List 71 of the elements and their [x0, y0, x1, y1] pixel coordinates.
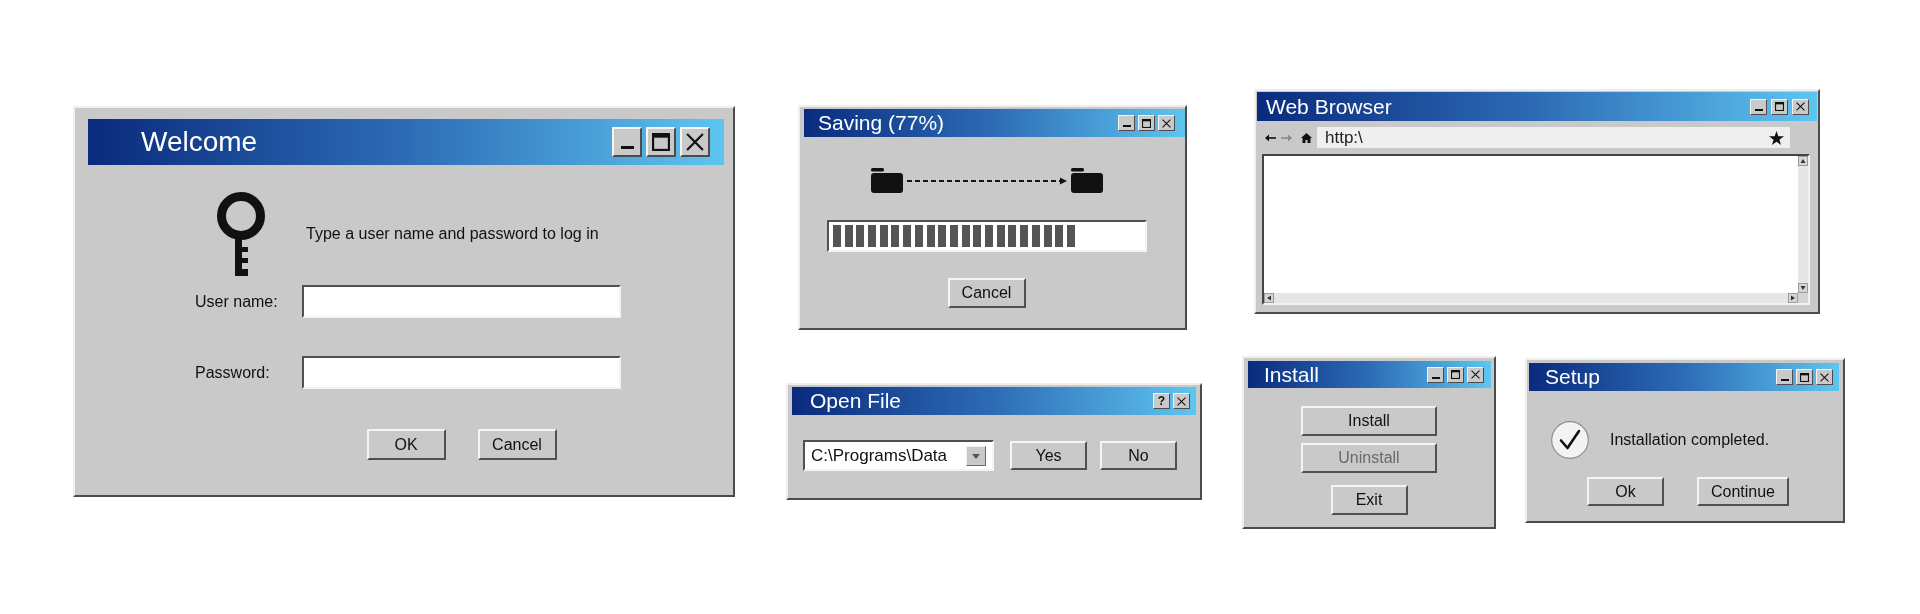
window-title: Web Browser: [1266, 94, 1392, 119]
window-title: Welcome: [141, 126, 258, 158]
checkmark-icon: [1551, 421, 1589, 459]
key-icon: [216, 192, 266, 276]
maximize-button[interactable]: [1447, 366, 1464, 383]
field-label: User name:: [195, 292, 278, 310]
minimize-icon: [620, 146, 634, 149]
home-icon[interactable]: [1301, 132, 1312, 143]
window-title: Install: [1264, 362, 1319, 387]
maximize-icon: [1142, 118, 1151, 128]
close-icon: [1177, 396, 1186, 406]
close-button[interactable]: [1158, 115, 1175, 131]
back-arrow-icon[interactable]: [1265, 133, 1276, 142]
maximize-button[interactable]: [1796, 369, 1813, 385]
maximize-icon: [652, 133, 670, 151]
maximize-button[interactable]: [1771, 98, 1788, 115]
no-button[interactable]: No: [1100, 441, 1177, 470]
address-bar[interactable]: http:\: [1317, 127, 1790, 148]
maximize-icon: [1775, 102, 1784, 111]
window-title: Setup: [1545, 365, 1600, 389]
maximize-button[interactable]: [646, 127, 676, 157]
scroll-up-arrow-icon[interactable]: [1798, 156, 1808, 166]
yes-button[interactable]: Yes: [1010, 441, 1087, 470]
folder-icon: [1070, 168, 1103, 193]
login-prompt: Type a user name and password to log in: [306, 225, 599, 243]
ok-button[interactable]: OK: [366, 429, 446, 460]
close-icon: [1471, 370, 1480, 379]
window-title: Saving (77%): [818, 111, 945, 135]
scroll-down-arrow-icon[interactable]: [1798, 283, 1808, 293]
password-field[interactable]: [302, 356, 621, 389]
close-icon: [1820, 372, 1829, 382]
scroll-left-arrow-icon[interactable]: [1264, 293, 1274, 303]
minimize-button[interactable]: [1427, 366, 1444, 383]
minimize-button[interactable]: [1118, 115, 1135, 131]
dropdown-arrow-icon[interactable]: [966, 445, 986, 466]
close-button[interactable]: [1173, 393, 1190, 409]
folder-icon: [870, 168, 903, 193]
help-button[interactable]: ?: [1153, 393, 1170, 409]
close-icon: [1162, 118, 1171, 128]
minimize-icon: [1431, 376, 1440, 379]
maximize-icon: [1800, 372, 1809, 382]
continue-button[interactable]: Continue: [1696, 477, 1789, 506]
minimize-button[interactable]: [612, 127, 642, 157]
username-field[interactable]: [302, 285, 621, 318]
exit-button[interactable]: Exit: [1330, 485, 1408, 515]
close-button[interactable]: [1816, 369, 1833, 385]
ok-button[interactable]: Ok: [1586, 477, 1664, 506]
close-button[interactable]: [1792, 98, 1809, 115]
close-icon: [686, 133, 704, 151]
close-icon: [1796, 102, 1805, 111]
minimize-button[interactable]: [1750, 98, 1767, 115]
field-label: Password:: [195, 363, 270, 381]
vertical-scrollbar[interactable]: [1798, 156, 1808, 293]
minimize-icon: [1122, 125, 1131, 127]
minimize-icon: [1754, 108, 1763, 111]
maximize-icon: [1451, 370, 1460, 379]
status-message: Installation completed.: [1610, 431, 1770, 449]
close-button[interactable]: [680, 127, 710, 157]
minimize-icon: [1780, 379, 1789, 381]
star-icon[interactable]: [1769, 130, 1784, 145]
window-title: Open File: [810, 389, 902, 413]
install-button[interactable]: Install: [1301, 406, 1437, 436]
scroll-right-arrow-icon[interactable]: [1788, 293, 1798, 303]
minimize-button[interactable]: [1776, 369, 1793, 385]
horizontal-scrollbar[interactable]: [1264, 293, 1798, 303]
close-button[interactable]: [1467, 366, 1484, 383]
cancel-button[interactable]: Cancel: [947, 278, 1026, 308]
maximize-button[interactable]: [1138, 115, 1155, 131]
scrollbar-corner: [1798, 293, 1808, 303]
path-dropdown[interactable]: C:\Programs\Data: [803, 440, 994, 471]
cancel-button[interactable]: Cancel: [477, 429, 557, 460]
